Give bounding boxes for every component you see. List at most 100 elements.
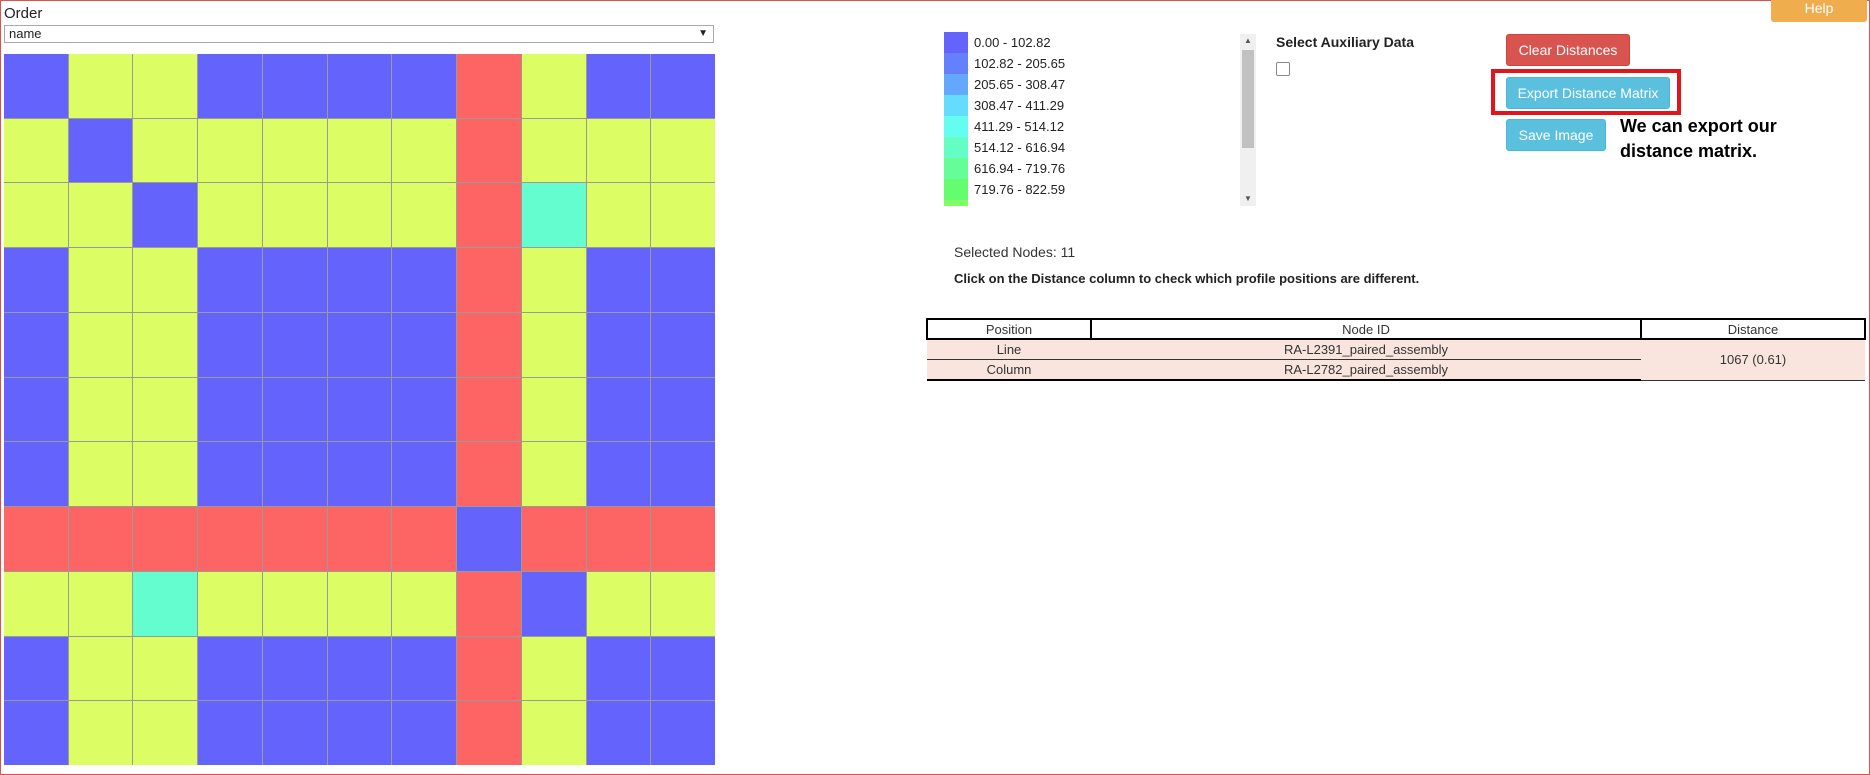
- matrix-cell[interactable]: [392, 183, 457, 248]
- order-select[interactable]: name ▼: [4, 25, 714, 43]
- clear-distances-button[interactable]: Clear Distances: [1506, 34, 1630, 66]
- matrix-cell[interactable]: [392, 54, 457, 118]
- matrix-cell[interactable]: [198, 377, 262, 442]
- matrix-cell[interactable]: [457, 118, 521, 183]
- matrix-cell[interactable]: [651, 118, 715, 183]
- matrix-cell[interactable]: [198, 636, 262, 701]
- matrix-cell[interactable]: [68, 636, 133, 701]
- matrix-cell[interactable]: [262, 54, 327, 118]
- matrix-cell[interactable]: [262, 507, 327, 571]
- matrix-cell[interactable]: [586, 701, 651, 765]
- matrix-cell[interactable]: [651, 701, 715, 765]
- matrix-cell[interactable]: [198, 248, 262, 312]
- matrix-cell[interactable]: [327, 248, 392, 312]
- matrix-cell[interactable]: [457, 377, 521, 442]
- matrix-cell[interactable]: [521, 442, 586, 507]
- matrix-cell[interactable]: [521, 312, 586, 377]
- matrix-cell[interactable]: [651, 248, 715, 312]
- matrix-cell[interactable]: [4, 183, 68, 248]
- matrix-cell[interactable]: [392, 701, 457, 765]
- matrix-cell[interactable]: [586, 248, 651, 312]
- matrix-cell[interactable]: [327, 183, 392, 248]
- scrollbar-thumb[interactable]: [1242, 50, 1254, 148]
- matrix-cell[interactable]: [457, 54, 521, 118]
- matrix-cell[interactable]: [198, 701, 262, 765]
- matrix-cell[interactable]: [651, 54, 715, 118]
- matrix-cell[interactable]: [327, 442, 392, 507]
- legend-scrollbar[interactable]: ▲ ▼: [1240, 34, 1256, 206]
- matrix-cell[interactable]: [198, 571, 262, 636]
- header-distance[interactable]: Distance: [1640, 318, 1866, 340]
- matrix-cell[interactable]: [392, 118, 457, 183]
- matrix-cell[interactable]: [457, 248, 521, 312]
- matrix-cell[interactable]: [521, 183, 586, 248]
- matrix-cell[interactable]: [198, 312, 262, 377]
- matrix-cell[interactable]: [327, 636, 392, 701]
- matrix-cell[interactable]: [262, 118, 327, 183]
- scroll-up-icon[interactable]: ▲: [1240, 34, 1256, 48]
- matrix-cell[interactable]: [133, 571, 198, 636]
- scroll-down-icon[interactable]: ▼: [1240, 192, 1256, 206]
- distance-matrix-heatmap[interactable]: [4, 54, 715, 765]
- matrix-cell[interactable]: [586, 54, 651, 118]
- matrix-cell[interactable]: [457, 701, 521, 765]
- matrix-cell[interactable]: [457, 183, 521, 248]
- matrix-cell[interactable]: [262, 183, 327, 248]
- matrix-cell[interactable]: [586, 118, 651, 183]
- matrix-cell[interactable]: [457, 507, 521, 571]
- matrix-cell[interactable]: [133, 701, 198, 765]
- matrix-cell[interactable]: [262, 442, 327, 507]
- matrix-cell[interactable]: [133, 636, 198, 701]
- matrix-cell[interactable]: [4, 571, 68, 636]
- matrix-cell[interactable]: [457, 312, 521, 377]
- matrix-cell[interactable]: [68, 312, 133, 377]
- matrix-cell[interactable]: [133, 377, 198, 442]
- matrix-cell[interactable]: [68, 54, 133, 118]
- matrix-cell[interactable]: [68, 571, 133, 636]
- auxiliary-data-checkbox[interactable]: [1276, 62, 1290, 76]
- matrix-cell[interactable]: [4, 54, 68, 118]
- matrix-cell[interactable]: [651, 571, 715, 636]
- matrix-cell[interactable]: [68, 701, 133, 765]
- matrix-cell[interactable]: [68, 118, 133, 183]
- matrix-cell[interactable]: [198, 507, 262, 571]
- matrix-cell[interactable]: [4, 507, 68, 571]
- matrix-cell[interactable]: [4, 248, 68, 312]
- matrix-cell[interactable]: [68, 183, 133, 248]
- matrix-cell[interactable]: [651, 183, 715, 248]
- matrix-cell[interactable]: [586, 571, 651, 636]
- matrix-cell[interactable]: [392, 312, 457, 377]
- matrix-cell[interactable]: [521, 118, 586, 183]
- save-image-button[interactable]: Save Image: [1506, 119, 1606, 151]
- matrix-cell[interactable]: [4, 118, 68, 183]
- matrix-cell[interactable]: [651, 636, 715, 701]
- matrix-cell[interactable]: [586, 442, 651, 507]
- matrix-cell[interactable]: [457, 636, 521, 701]
- matrix-cell[interactable]: [586, 377, 651, 442]
- matrix-cell[interactable]: [198, 118, 262, 183]
- matrix-cell[interactable]: [521, 507, 586, 571]
- help-button[interactable]: Help: [1771, 0, 1867, 22]
- matrix-cell[interactable]: [651, 312, 715, 377]
- matrix-cell[interactable]: [4, 636, 68, 701]
- matrix-cell[interactable]: [133, 442, 198, 507]
- matrix-cell[interactable]: [457, 571, 521, 636]
- matrix-cell[interactable]: [262, 701, 327, 765]
- matrix-cell[interactable]: [327, 571, 392, 636]
- matrix-cell[interactable]: [586, 507, 651, 571]
- matrix-cell[interactable]: [327, 507, 392, 571]
- matrix-cell[interactable]: [133, 248, 198, 312]
- matrix-cell[interactable]: [262, 248, 327, 312]
- matrix-cell[interactable]: [457, 442, 521, 507]
- matrix-cell[interactable]: [392, 442, 457, 507]
- matrix-cell[interactable]: [327, 377, 392, 442]
- matrix-cell[interactable]: [133, 118, 198, 183]
- matrix-cell[interactable]: [586, 636, 651, 701]
- matrix-cell[interactable]: [4, 701, 68, 765]
- matrix-cell[interactable]: [133, 54, 198, 118]
- matrix-cell[interactable]: [4, 377, 68, 442]
- matrix-cell[interactable]: [521, 248, 586, 312]
- matrix-cell[interactable]: [586, 183, 651, 248]
- matrix-cell[interactable]: [327, 312, 392, 377]
- matrix-cell[interactable]: [327, 701, 392, 765]
